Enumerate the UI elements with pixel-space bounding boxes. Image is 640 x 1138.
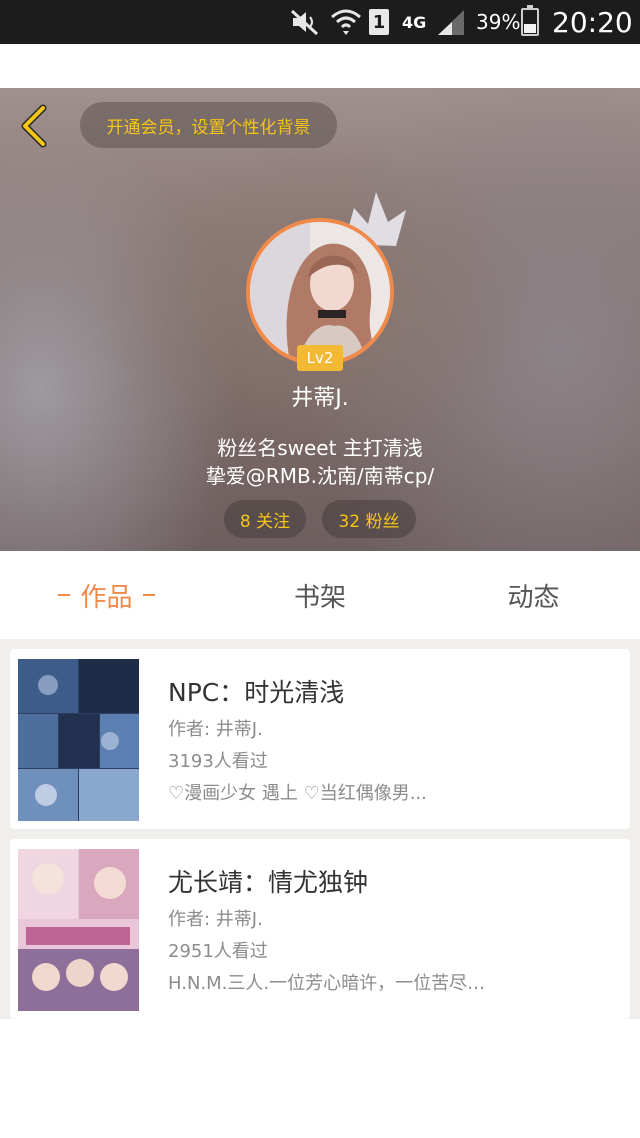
book-description: H.N.M.三人.一位芳心暗许，一位苦尽…	[168, 973, 486, 994]
network-type: 4G	[402, 12, 427, 32]
page-bottom-blank	[0, 1019, 640, 1138]
mute-icon	[290, 0, 324, 44]
bio-line-2: 挚爱@RMB.沈南/南蒂cp/	[205, 464, 435, 488]
book-views: 3193人看过	[168, 751, 268, 772]
tab-works-label: 作品	[80, 582, 133, 613]
chevron-left-icon	[21, 104, 47, 148]
vip-background-button[interactable]: 开通会员，设置个性化背景	[80, 102, 337, 148]
status-bar: 1 4G 39% 20:20	[0, 0, 640, 44]
profile-header: 开通会员，设置个性化背景 Lv2 井蒂J. 粉丝名sweet 主打清浅 挚爱@R…	[0, 88, 640, 551]
tab-bookshelf[interactable]: 书架	[213, 551, 427, 639]
username: 井蒂J.	[291, 386, 349, 411]
following-count-button[interactable]: 8 关注	[224, 500, 306, 538]
tab-feed[interactable]: 动态	[427, 551, 640, 639]
book-title: 尤长靖：情尤独钟	[168, 868, 369, 897]
book-views: 2951人看过	[168, 941, 268, 962]
battery-icon	[521, 0, 541, 44]
fans-count-button[interactable]: 32 粉丝	[322, 500, 416, 538]
list-item[interactable]: 尤长靖：情尤独钟 作者: 井蒂J. 2951人看过 H.N.M.三人.一位芳心暗…	[10, 839, 630, 1019]
book-title: NPC：时光清浅	[168, 678, 345, 707]
book-description: ♡漫画少女 遇上 ♡当红偶像男...	[168, 783, 427, 804]
tab-active-dash-right	[142, 594, 155, 596]
tab-active-dash-left	[58, 594, 71, 596]
signal-icon	[436, 0, 468, 44]
book-cover	[18, 659, 139, 821]
sim-icon: 1	[369, 0, 391, 44]
tab-works[interactable]: 作品	[0, 551, 213, 639]
wifi-icon	[330, 0, 364, 44]
works-list: NPC：时光清浅 作者: 井蒂J. 3193人看过 ♡漫画少女 遇上 ♡当红偶像…	[0, 639, 640, 1019]
book-author: 作者: 井蒂J.	[168, 719, 263, 740]
clock: 20:20	[552, 5, 633, 39]
sim-slot-label: 1	[369, 9, 389, 35]
avatar-image	[250, 222, 390, 362]
book-author: 作者: 井蒂J.	[168, 909, 263, 930]
avatar[interactable]	[246, 218, 394, 366]
level-badge: Lv2	[297, 345, 343, 371]
book-cover	[18, 849, 139, 1011]
bio-line-1: 粉丝名sweet 主打清浅	[217, 436, 423, 460]
battery-percent: 39%	[476, 10, 521, 34]
list-item[interactable]: NPC：时光清浅 作者: 井蒂J. 3193人看过 ♡漫画少女 遇上 ♡当红偶像…	[10, 649, 630, 829]
back-button[interactable]	[14, 104, 54, 148]
profile-tabs: 作品 书架 动态	[0, 551, 640, 639]
